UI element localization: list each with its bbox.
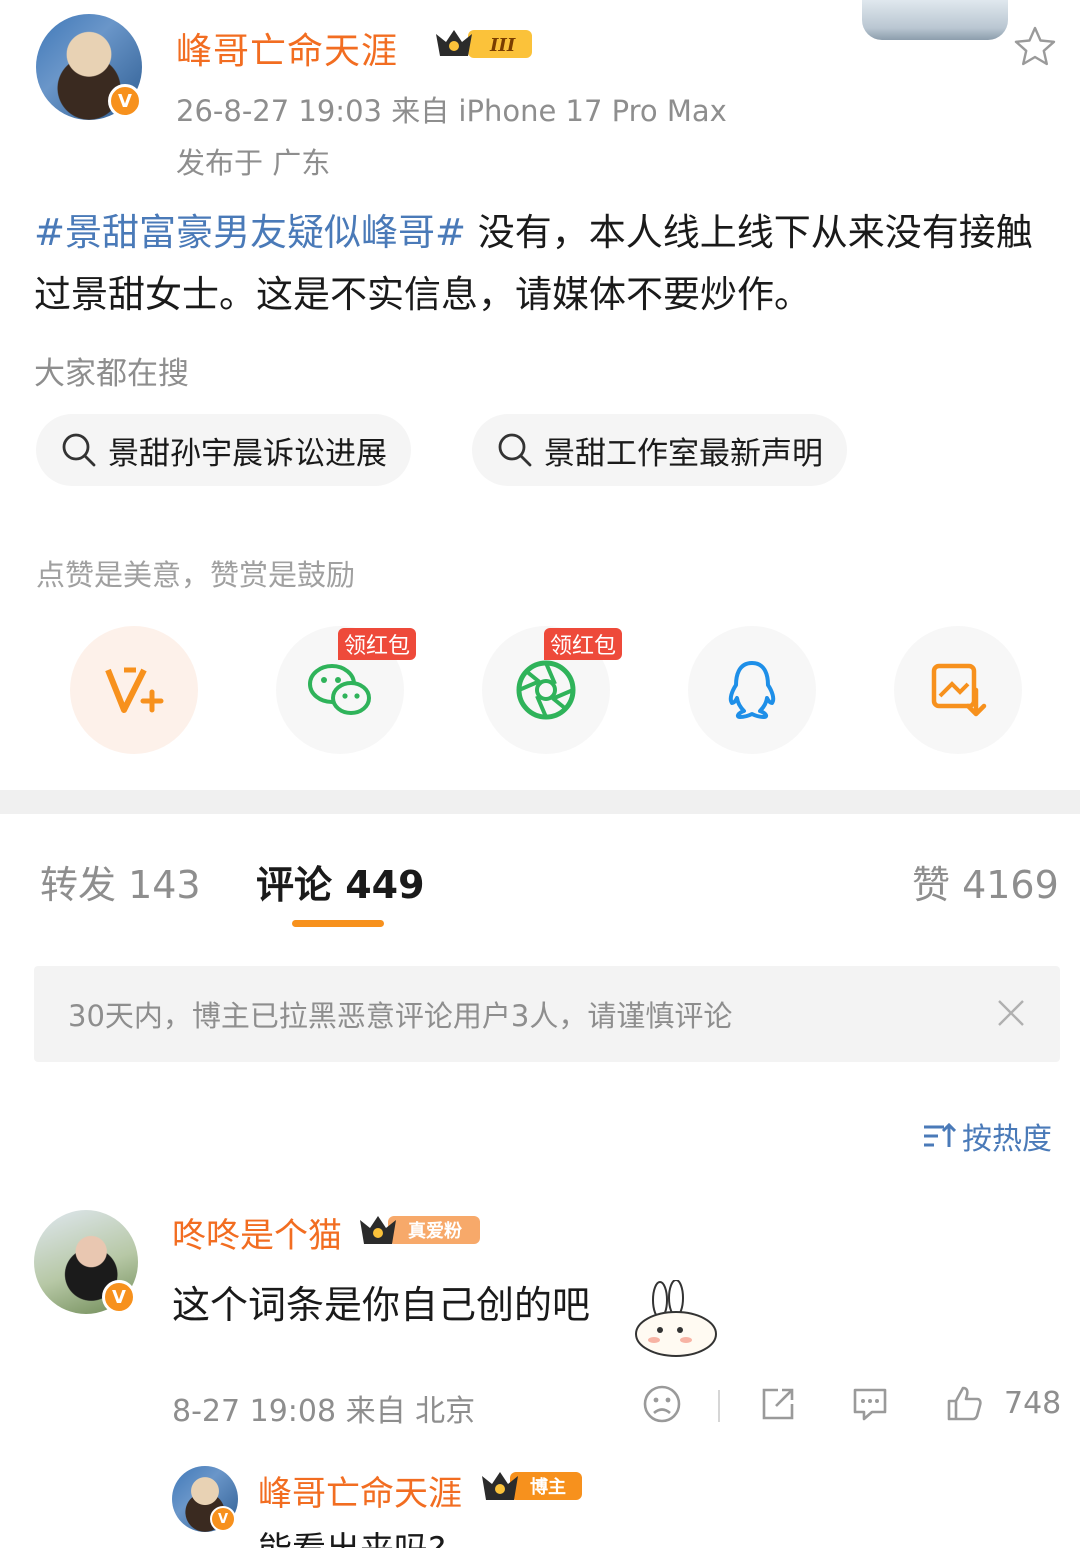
redpack-badge: 领红包 bbox=[338, 628, 417, 660]
save-image-icon bbox=[931, 663, 987, 717]
fan-badge: 真爱粉 bbox=[360, 1216, 480, 1244]
section-divider bbox=[0, 790, 1080, 814]
hashtag-link[interactable]: #景甜富豪男友疑似峰哥# bbox=[34, 211, 466, 254]
trending-label: 大家都在搜 bbox=[34, 356, 189, 392]
comment-text: 这个词条是你自己创的吧 bbox=[172, 1283, 591, 1327]
close-icon[interactable] bbox=[996, 998, 1026, 1028]
verified-badge-icon: V bbox=[210, 1506, 236, 1532]
tab-like[interactable]: 赞 4169 bbox=[912, 854, 1059, 909]
reply-text: 能看出来吗? bbox=[258, 1522, 446, 1548]
search-chip-label: 景甜孙宇晨诉讼进展 bbox=[108, 435, 387, 472]
header-decoration bbox=[862, 0, 1008, 40]
reply-comment-icon[interactable] bbox=[850, 1384, 890, 1424]
like-thumb-icon[interactable] bbox=[944, 1384, 984, 1424]
search-icon bbox=[498, 433, 532, 467]
interaction-tabs: 转发 143 评论 449 赞 4169 bbox=[0, 814, 1080, 942]
tab-comment[interactable]: 评论 449 bbox=[256, 854, 425, 909]
post-header: V 峰哥亡命天涯 III 26-8-27 19:03 来自 iPhone 17 … bbox=[0, 0, 1080, 190]
sort-button[interactable]: 按热度 bbox=[922, 1114, 1052, 1158]
vip-crown-badge-icon: III bbox=[436, 30, 532, 58]
sort-label: 按热度 bbox=[962, 1122, 1052, 1157]
qq-icon bbox=[728, 661, 776, 719]
svg-text:III: III bbox=[489, 35, 516, 56]
search-chip-label: 景甜工作室最新声明 bbox=[544, 435, 823, 472]
reward-label: 点赞是美意，赞赏是鼓励 bbox=[36, 558, 356, 592]
qq-share-button[interactable] bbox=[688, 626, 816, 754]
wechat-icon bbox=[308, 664, 371, 715]
svg-text:博主: 博主 bbox=[530, 1476, 566, 1498]
redpack-badge: 领红包 bbox=[544, 628, 623, 660]
svg-text:真爱粉: 真爱粉 bbox=[408, 1220, 462, 1242]
like-count: 748 bbox=[1004, 1386, 1062, 1421]
author-name[interactable]: 峰哥亡命天涯 bbox=[176, 22, 398, 74]
reply-author-name[interactable]: 峰哥亡命天涯 bbox=[258, 1466, 462, 1515]
active-tab-indicator bbox=[292, 920, 384, 927]
dislike-face-icon[interactable] bbox=[642, 1384, 682, 1424]
commenter-name[interactable]: 咚咚是个猫 bbox=[172, 1208, 342, 1257]
comment-notice: 30天内，博主已拉黑恶意评论用户3人，请谨慎评论 bbox=[34, 966, 1060, 1062]
tab-repost[interactable]: 转发 143 bbox=[40, 854, 201, 909]
post-meta: 26-8-27 19:03 来自 iPhone 17 Pro Max bbox=[176, 94, 727, 128]
comment-meta: 8-27 19:08 来自 北京 bbox=[172, 1394, 476, 1429]
vplus-icon bbox=[105, 667, 164, 713]
blogger-badge: 博主 bbox=[482, 1472, 582, 1500]
share-icon[interactable] bbox=[758, 1384, 798, 1424]
bunny-sticker-icon bbox=[635, 1280, 717, 1357]
vplus-reward-button[interactable] bbox=[70, 626, 198, 754]
search-chip-1[interactable]: 景甜孙宇晨诉讼进展 bbox=[36, 414, 411, 486]
moments-icon bbox=[516, 660, 576, 720]
verified-badge-icon: V bbox=[108, 84, 142, 118]
notice-text: 30天内，博主已拉黑恶意评论用户3人，请谨慎评论 bbox=[68, 999, 733, 1033]
search-chip-2[interactable]: 景甜工作室最新声明 bbox=[472, 414, 847, 486]
verified-badge-icon: V bbox=[102, 1280, 136, 1314]
favorite-star-icon[interactable] bbox=[1012, 24, 1058, 70]
post-content: #景甜富豪男友疑似峰哥# 没有，本人线上线下从来没有接触过景甜女士。这是不实信息… bbox=[34, 202, 1044, 326]
search-icon bbox=[62, 433, 96, 467]
post-location: 发布于 广东 bbox=[176, 146, 331, 180]
action-separator bbox=[718, 1390, 720, 1422]
save-image-button[interactable] bbox=[894, 626, 1022, 754]
sort-icon bbox=[924, 1122, 956, 1147]
